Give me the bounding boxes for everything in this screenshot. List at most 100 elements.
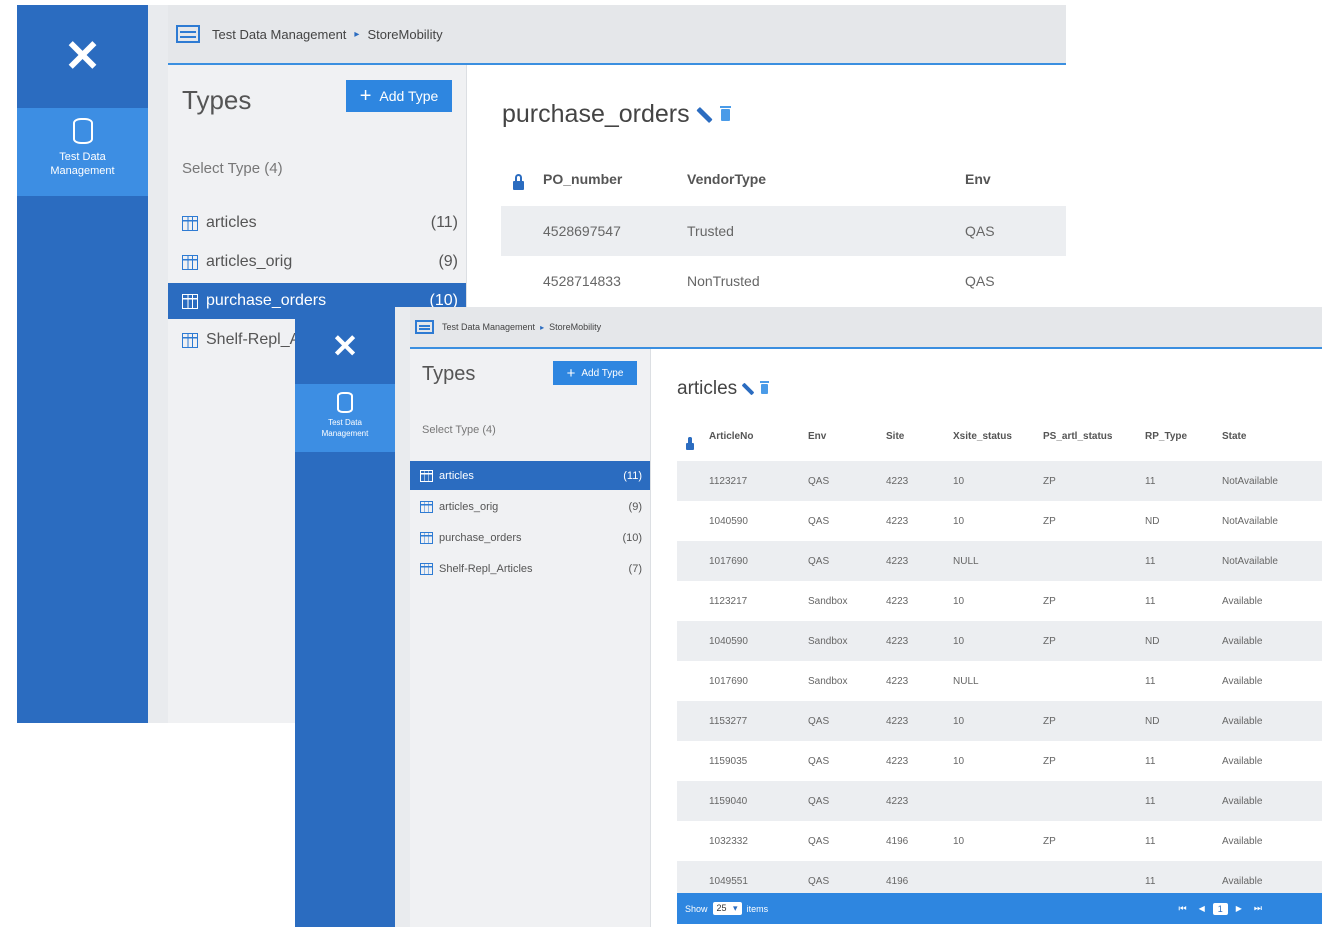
table-cell: Sandbox: [808, 675, 848, 687]
table-row[interactable]: 1017690 Sandbox 4223 NULL 11 Available: [677, 661, 1322, 701]
column-header[interactable]: State: [1222, 431, 1246, 442]
table-cell: 4223: [886, 635, 909, 647]
list-icon: [176, 25, 200, 43]
table-cell: 4223: [886, 715, 909, 727]
type-item-count: (9): [438, 253, 458, 270]
table-row[interactable]: 1159035 QAS 4223 10 ZP 11 Available: [677, 741, 1322, 781]
current-page-button[interactable]: 1: [1212, 902, 1228, 915]
table-cell: NULL: [953, 675, 979, 687]
column-header[interactable]: Env: [965, 169, 991, 189]
table-icon: [420, 469, 433, 482]
table-cell: 10: [953, 595, 965, 607]
table-cell: 1032332: [709, 835, 748, 847]
table-cell: 11: [1145, 555, 1156, 567]
sidebar-item-test-data-management[interactable]: Test Data Management: [17, 108, 148, 196]
type-item-articles-orig[interactable]: articles_orig (9): [410, 492, 650, 521]
add-type-button[interactable]: + Add Type: [553, 361, 637, 385]
page-size-select[interactable]: 25 ▾: [712, 902, 742, 915]
column-header[interactable]: VendorType: [687, 169, 766, 189]
type-item-label: articles: [206, 214, 257, 231]
list-icon: [415, 320, 434, 334]
table-cell: ZP: [1043, 715, 1056, 727]
types-heading: Types: [422, 363, 476, 385]
type-item-count: (11): [430, 214, 458, 231]
add-type-button[interactable]: + Add Type: [346, 80, 452, 112]
table-cell: ZP: [1043, 835, 1056, 847]
table-cell: Trusted: [687, 223, 734, 239]
table-cell: NotAvailable: [1222, 555, 1278, 567]
sidebar-item-test-data-management[interactable]: Test Data Management: [295, 384, 395, 452]
column-header[interactable]: Site: [886, 431, 904, 442]
table-row[interactable]: 1017690 QAS 4223 NULL 11 NotAvailable: [677, 541, 1322, 581]
type-item-purchase-orders[interactable]: purchase_orders (10): [410, 523, 650, 552]
table-row[interactable]: 1032332 QAS 4196 10 ZP 11 Available: [677, 821, 1322, 861]
type-item-count: (9): [628, 500, 642, 513]
column-header[interactable]: ArticleNo: [709, 431, 753, 442]
type-item-articles-orig[interactable]: articles_orig (9): [168, 244, 466, 280]
prev-page-icon[interactable]: ◀: [1199, 904, 1205, 913]
type-item-articles[interactable]: articles (11): [410, 461, 650, 490]
table-icon: [182, 254, 198, 270]
table-cell: 10: [953, 715, 965, 727]
types-heading: Types: [182, 85, 252, 115]
type-item-count: (11): [623, 469, 642, 482]
app-logo-icon[interactable]: ✕: [295, 307, 395, 384]
next-page-icon[interactable]: ▶: [1236, 904, 1242, 913]
pager-items-label: items: [746, 903, 769, 914]
breadcrumb-bar: Test Data Management ▸ StoreMobility: [168, 5, 1066, 65]
breadcrumb-current[interactable]: StoreMobility: [367, 27, 442, 42]
table-cell: Available: [1222, 635, 1263, 647]
table-row[interactable]: 1123217 QAS 4223 10 ZP 11 NotAvailable: [677, 461, 1322, 501]
table-cell: QAS: [808, 715, 830, 727]
table-cell: QAS: [965, 273, 995, 289]
table-cell: 4223: [886, 675, 909, 687]
table-row[interactable]: 1153277 QAS 4223 10 ZP ND Available: [677, 701, 1322, 741]
first-page-icon[interactable]: ⏮: [1178, 903, 1186, 914]
table-cell: QAS: [808, 515, 830, 527]
table-cell: ZP: [1043, 595, 1056, 607]
table-cell: Available: [1222, 835, 1263, 847]
table-row[interactable]: 4528697547 Trusted QAS: [501, 206, 1066, 256]
data-table: PO_number VendorType Env 4528697547 Trus…: [501, 153, 1066, 308]
table-row[interactable]: 1159040 QAS 4223 11 Available: [677, 781, 1322, 821]
table-row[interactable]: 4528714833 NonTrusted QAS: [501, 256, 1066, 306]
table-cell: 1159040: [709, 795, 748, 807]
delete-trash-icon[interactable]: [719, 105, 731, 121]
table-row[interactable]: 1040590 QAS 4223 10 ZP ND NotAvailable: [677, 501, 1322, 541]
table-cell: ND: [1145, 515, 1160, 527]
table-cell: 10: [953, 755, 965, 767]
breadcrumb-separator-icon: ▸: [354, 28, 360, 40]
column-header[interactable]: PO_number: [543, 169, 622, 189]
breadcrumb-current[interactable]: StoreMobility: [549, 322, 601, 332]
column-header[interactable]: Xsite_status: [953, 431, 1012, 442]
column-header[interactable]: PS_artl_status: [1043, 431, 1112, 442]
table-cell: 1153277: [709, 715, 748, 727]
table-cell: Available: [1222, 795, 1263, 807]
app-logo-icon[interactable]: ✕: [17, 5, 148, 108]
type-item-shelf-repl-articles[interactable]: Shelf-Repl_Articles (7): [410, 554, 650, 583]
column-header[interactable]: RP_Type: [1145, 431, 1187, 442]
table-cell: 11: [1145, 475, 1156, 487]
table-row[interactable]: 1123217 Sandbox 4223 10 ZP 11 Available: [677, 581, 1322, 621]
page-size-value: 25: [716, 903, 727, 913]
last-page-icon[interactable]: ⏭: [1254, 903, 1262, 914]
type-item-articles[interactable]: articles (11): [168, 205, 466, 241]
table-icon: [182, 215, 198, 231]
edit-pencil-icon[interactable]: [741, 382, 755, 396]
select-type-label: Select Type (4): [182, 160, 283, 177]
page-title: purchase_orders: [502, 100, 690, 128]
table-cell: 4223: [886, 795, 909, 807]
table-row[interactable]: 1040590 Sandbox 4223 10 ZP ND Available: [677, 621, 1322, 661]
breadcrumb-root[interactable]: Test Data Management: [442, 322, 535, 332]
type-item-label: purchase_orders: [439, 531, 522, 544]
table-cell: QAS: [808, 875, 830, 887]
window-articles: ✕ Test Data Management Test Data Managem…: [295, 307, 1322, 927]
table-cell: ZP: [1043, 475, 1056, 487]
table-icon: [420, 500, 433, 513]
table-cell: ZP: [1043, 755, 1056, 767]
column-header[interactable]: Env: [808, 431, 826, 442]
breadcrumb-root[interactable]: Test Data Management: [212, 27, 346, 42]
add-type-label: Add Type: [581, 367, 624, 379]
edit-pencil-icon[interactable]: [695, 106, 713, 123]
delete-trash-icon[interactable]: [760, 381, 770, 394]
